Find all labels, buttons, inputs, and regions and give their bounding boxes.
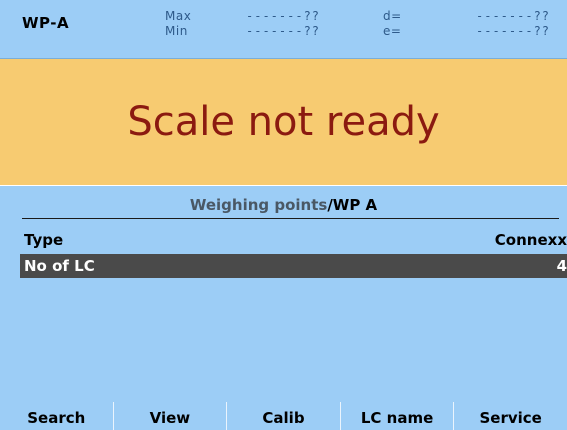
min-label: Min [165, 24, 188, 38]
search-button[interactable]: Search [0, 402, 113, 430]
main-panel: Weighing points/WP A Type Connexx No of … [0, 186, 567, 402]
list-item-type[interactable]: Type Connexx [20, 228, 567, 252]
list-item-value: Connexx [494, 231, 567, 249]
breadcrumb-current: WP A [332, 196, 378, 214]
softkey-bar: Search View Calib LC name Service [0, 402, 567, 430]
e-value: -------?? [476, 24, 551, 38]
list-item-value: 4 [556, 257, 567, 275]
status-message: Scale not ready [127, 99, 440, 145]
breadcrumb: Weighing points/WP A [0, 196, 567, 214]
e-label: e= [383, 24, 402, 38]
status-header: WP-A Max Min -------?? -------?? d= e= -… [0, 0, 567, 59]
view-button[interactable]: View [112, 402, 227, 430]
status-banner: Scale not ready [0, 59, 567, 185]
lc-name-button[interactable]: LC name [339, 402, 454, 430]
list-item-label: Type [24, 231, 64, 249]
d-label: d= [383, 9, 402, 23]
list-item-label: No of LC [24, 257, 95, 275]
list-item-no-of-lc[interactable]: No of LC 4 [20, 254, 567, 278]
breadcrumb-path[interactable]: Weighing points [190, 196, 327, 214]
weighing-point-label: WP-A [22, 14, 70, 32]
divider [22, 218, 559, 219]
max-label: Max [165, 9, 192, 23]
max-value: -------?? [246, 9, 321, 23]
service-button[interactable]: Service [453, 402, 567, 430]
calib-button[interactable]: Calib [226, 402, 340, 430]
min-value: -------?? [246, 24, 321, 38]
d-value: -------?? [476, 9, 551, 23]
